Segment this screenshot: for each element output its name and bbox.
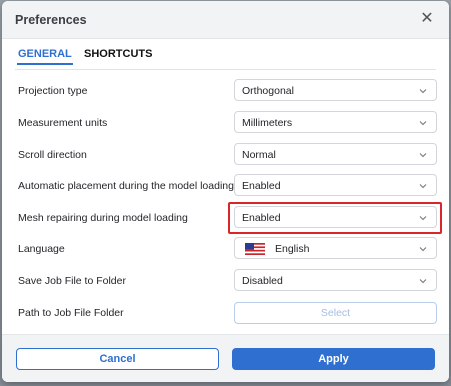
close-icon[interactable]: ✕ [418,10,436,28]
chevron-down-icon [419,184,427,189]
dialog-title: Preferences [15,13,87,27]
projection-type-label: Projection type [18,85,88,97]
chevron-down-icon [419,279,427,284]
chevron-down-icon [419,216,427,221]
language-value: English [275,243,310,255]
chevron-down-icon [419,121,427,126]
chevron-down-icon [419,89,427,94]
apply-button[interactable]: Apply [232,348,435,370]
tab-shortcuts[interactable]: SHORTCUTS [84,48,152,60]
language-select[interactable]: English [234,237,437,259]
scroll-direction-select[interactable]: Normal [234,143,437,165]
dialog-footer: Cancel Apply [2,334,449,382]
save-job-file-value: Disabled [242,275,283,287]
select-folder-button[interactable]: Select [234,302,437,324]
save-job-file-label: Save Job File to Folder [18,275,126,287]
chevron-down-icon [419,247,427,252]
tab-general[interactable]: GENERAL [17,48,73,65]
auto-placement-value: Enabled [242,180,281,192]
language-label: Language [18,243,65,255]
save-job-file-select[interactable]: Disabled [234,269,437,291]
auto-placement-select[interactable]: Enabled [234,174,437,196]
mesh-repairing-select[interactable]: Enabled [234,206,437,228]
preferences-dialog: Preferences ✕ GENERAL SHORTCUTS Projecti… [2,1,449,382]
mesh-repairing-label: Mesh repairing during model loading [18,212,188,224]
measurement-units-label: Measurement units [18,117,108,129]
us-flag-icon [245,243,265,255]
tab-divider [15,69,436,70]
mesh-repairing-value: Enabled [242,212,281,224]
projection-type-value: Orthogonal [242,85,294,97]
auto-placement-label: Automatic placement during the model loa… [18,180,234,192]
cancel-button[interactable]: Cancel [16,348,219,370]
projection-type-select[interactable]: Orthogonal [234,79,437,101]
measurement-units-select[interactable]: Millimeters [234,111,437,133]
dialog-header: Preferences ✕ [2,1,449,39]
measurement-units-value: Millimeters [242,117,293,129]
scroll-direction-value: Normal [242,149,276,161]
scroll-direction-label: Scroll direction [18,149,87,161]
job-file-path-label: Path to Job File Folder [18,307,124,319]
chevron-down-icon [419,153,427,158]
